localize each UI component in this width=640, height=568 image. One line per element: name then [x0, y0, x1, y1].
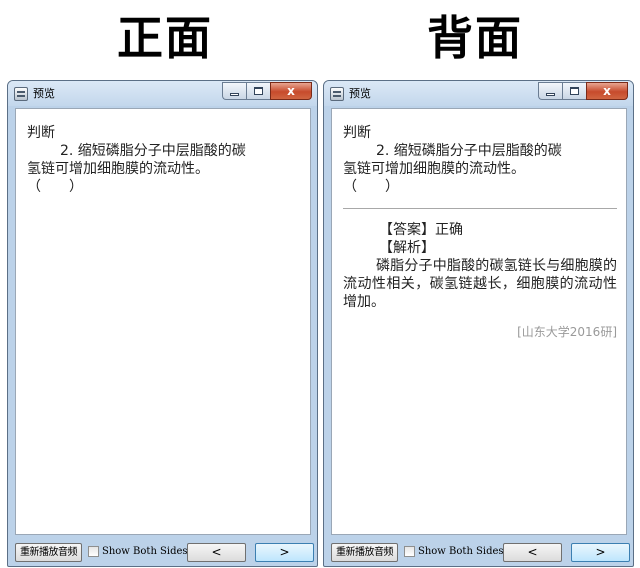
footer-bar: 重新播放音频 Show Both Sides < > — [331, 542, 630, 562]
close-icon: x — [287, 84, 295, 98]
question-type: 判断 — [343, 125, 371, 141]
replay-audio-button[interactable]: 重新播放音频 — [15, 543, 82, 562]
show-both-sides-checkbox[interactable] — [88, 546, 99, 557]
close-button[interactable]: x — [586, 82, 628, 100]
question-line-2: 氢链可增加细胞膜的流动性。 — [343, 161, 525, 177]
card-content: 判断 2. 缩短磷脂分子中层脂酸的碳 氢链可增加细胞膜的流动性。 （ ） — [15, 108, 311, 535]
answer-blank: （ ） — [27, 179, 83, 195]
replay-audio-button[interactable]: 重新播放音频 — [331, 543, 398, 562]
question-line-1: 2. 缩短磷脂分子中层脂酸的碳 — [376, 143, 562, 159]
app-icon — [14, 87, 28, 101]
window-controls: x — [222, 82, 312, 100]
analysis-heading: 【解析】 — [379, 240, 435, 256]
back-heading: 背面 — [427, 11, 523, 65]
answer-blank: （ ） — [343, 179, 399, 195]
maximize-button[interactable] — [562, 82, 586, 100]
answer-line: 【答案】正确 — [379, 222, 463, 238]
window-title: 预览 — [33, 87, 55, 100]
previous-button[interactable]: < — [187, 543, 246, 562]
previous-button[interactable]: < — [503, 543, 562, 562]
footer-bar: 重新播放音频 Show Both Sides < > — [15, 542, 314, 562]
show-both-sides-checkbox[interactable] — [404, 546, 415, 557]
title-bar[interactable]: 预览 x — [8, 81, 317, 106]
maximize-icon — [570, 87, 579, 95]
divider — [343, 208, 617, 209]
card-content: 判断 2. 缩短磷脂分子中层脂酸的碳 氢链可增加细胞膜的流动性。 （ ） 【答案… — [331, 108, 627, 535]
next-button[interactable]: > — [571, 543, 630, 562]
minimize-icon — [230, 93, 239, 96]
minimize-button[interactable] — [538, 82, 562, 100]
window-controls: x — [538, 82, 628, 100]
close-button[interactable]: x — [270, 82, 312, 100]
minimize-icon — [546, 93, 555, 96]
next-button[interactable]: > — [255, 543, 314, 562]
source-citation: [山东大学2016研] — [517, 325, 617, 339]
show-both-sides-label: Show Both Sides — [102, 546, 188, 557]
question-type: 判断 — [27, 125, 55, 141]
maximize-icon — [254, 87, 263, 95]
minimize-button[interactable] — [222, 82, 246, 100]
front-preview-window: 预览 x 判断 2. 缩短磷脂分子中层脂酸的碳 氢链可增加细胞膜的流动性。 （ … — [7, 80, 318, 567]
analysis-text: 磷脂分子中脂酸的碳氢链长与细胞膜的流动性相关，碳氢链越长，细胞膜的流动性增加。 — [343, 258, 617, 310]
maximize-button[interactable] — [246, 82, 270, 100]
show-both-sides-label: Show Both Sides — [418, 546, 504, 557]
question-line-2: 氢链可增加细胞膜的流动性。 — [27, 161, 209, 177]
question-line-1: 2. 缩短磷脂分子中层脂酸的碳 — [60, 143, 246, 159]
front-heading: 正面 — [117, 11, 213, 65]
title-bar[interactable]: 预览 x — [324, 81, 633, 106]
back-preview-window: 预览 x 判断 2. 缩短磷脂分子中层脂酸的碳 氢链可增加细胞膜的流动性。 （ … — [323, 80, 634, 567]
close-icon: x — [603, 84, 611, 98]
window-title: 预览 — [349, 87, 371, 100]
app-icon — [330, 87, 344, 101]
